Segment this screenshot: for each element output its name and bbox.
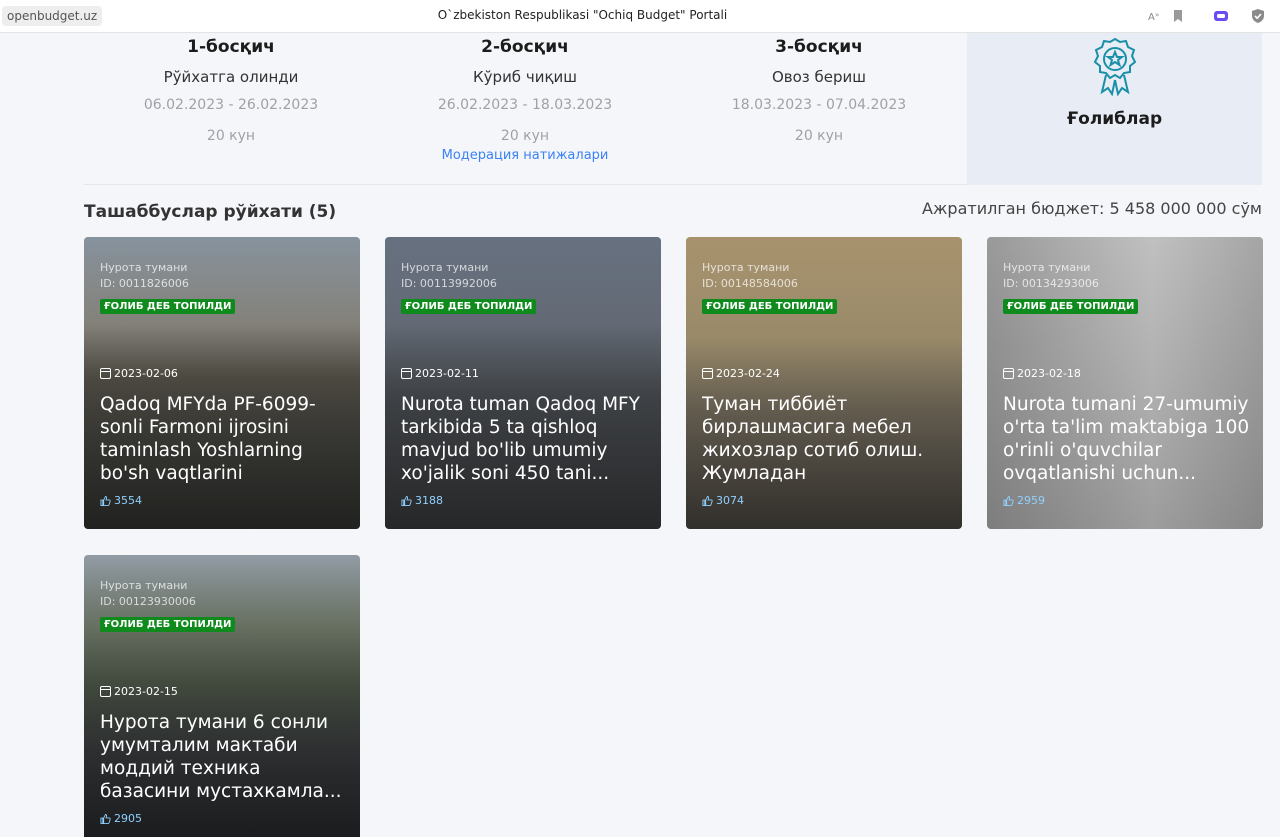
stages-bar: 1-босқич Рўйхатга олинди 06.02.2023 - 26… <box>84 33 1262 185</box>
svg-text:A: A <box>1148 12 1155 23</box>
card-date: 2023-02-11 <box>401 367 479 380</box>
calendar-icon <box>1003 368 1014 379</box>
initiative-card[interactable]: Нурота тумани ID: 00134293006 ҒОЛИБ ДЕБ … <box>987 237 1263 529</box>
stage-name: Овоз бериш <box>771 68 867 86</box>
winners-label: Ғолиблар <box>1066 109 1163 129</box>
stage-days: 20 кун <box>794 128 844 144</box>
shield-icon[interactable] <box>1250 8 1266 24</box>
card-district: Нурота тумани <box>100 261 188 274</box>
stage-days: 20 кун <box>500 128 550 144</box>
winner-badge: ҒОЛИБ ДЕБ ТОПИЛДИ <box>100 617 236 632</box>
card-district: Нурота тумани <box>1003 261 1091 274</box>
winner-badge: ҒОЛИБ ДЕБ ТОПИЛДИ <box>702 299 838 314</box>
stage-1: 1-босқич Рўйхатга олинди 06.02.2023 - 26… <box>84 33 378 146</box>
card-title: Нурота тумани 6 сонли умумталим мактаби … <box>100 712 342 802</box>
card-title: Nurota tuman Qadoq MFY tarkibida 5 ta qi… <box>401 394 640 484</box>
winner-badge: ҒОЛИБ ДЕБ ТОПИЛДИ <box>1003 299 1139 314</box>
stage-title: 1-босқич <box>187 37 275 57</box>
allocated-budget: Ажратилган бюджет: 5 458 000 000 сўм <box>922 199 1262 218</box>
winners-tab[interactable]: Ғолиблар <box>967 33 1262 185</box>
card-district: Нурота тумани <box>702 261 790 274</box>
card-title: Qadoq MFYda PF-6099-sonli Farmoni ijrosi… <box>100 394 316 484</box>
card-district: Нурота тумани <box>100 579 188 592</box>
card-likes: 2905 <box>100 812 142 825</box>
card-title: Nurota tumani 27-umumiy o'rta ta'lim mak… <box>1003 394 1250 484</box>
winner-badge: ҒОЛИБ ДЕБ ТОПИЛДИ <box>401 299 537 314</box>
calendar-icon <box>100 686 111 697</box>
card-id: ID: 00123930006 <box>100 595 196 608</box>
browser-toolbar: openbudget.uz O`zbekiston Respublikasi "… <box>0 0 1280 33</box>
card-likes: 3554 <box>100 494 142 507</box>
card-id: ID: 00134293006 <box>1003 277 1099 290</box>
read-aloud-icon[interactable]: A » <box>1147 8 1163 24</box>
card-likes: 2959 <box>1003 494 1045 507</box>
card-date: 2023-02-24 <box>702 367 780 380</box>
page-tab-title: O`zbekiston Respublikasi "Ochiq Budget" … <box>437 8 728 22</box>
stage-dates: 18.03.2023 - 07.04.2023 <box>731 97 907 113</box>
thumbs-up-icon <box>100 495 111 506</box>
card-district: Нурота тумани <box>401 261 489 274</box>
stage-2: 2-босқич Кўриб чиқиш 26.02.2023 - 18.03.… <box>378 33 672 163</box>
svg-text:»: » <box>1155 11 1159 19</box>
card-likes: 3074 <box>702 494 744 507</box>
stage-dates: 26.02.2023 - 18.03.2023 <box>437 97 613 113</box>
thumbs-up-icon <box>702 495 713 506</box>
moderation-results-link[interactable]: Модерация натижалари <box>378 148 672 163</box>
card-title: Туман тиббиёт бирлашмасига мебел жихозла… <box>702 394 924 484</box>
initiative-card[interactable]: Нурота тумани ID: 00123930006 ҒОЛИБ ДЕБ … <box>84 555 360 837</box>
card-likes: 3188 <box>401 494 443 507</box>
bookmark-icon[interactable] <box>1170 8 1186 24</box>
initiative-card[interactable]: Нурота тумани ID: 00148584006 ҒОЛИБ ДЕБ … <box>686 237 962 529</box>
award-badge-icon <box>1093 37 1137 96</box>
card-date: 2023-02-06 <box>100 367 178 380</box>
thumbs-up-icon <box>401 495 412 506</box>
calendar-icon <box>401 368 412 379</box>
card-date: 2023-02-18 <box>1003 367 1081 380</box>
calendar-icon <box>702 368 713 379</box>
initiative-card[interactable]: Нурота тумани ID: 0011826006 ҒОЛИБ ДЕБ Т… <box>84 237 360 529</box>
winner-badge: ҒОЛИБ ДЕБ ТОПИЛДИ <box>100 299 236 314</box>
card-id: ID: 0011826006 <box>100 277 189 290</box>
stage-name: Рўйхатга олинди <box>163 68 299 86</box>
stage-dates: 06.02.2023 - 26.02.2023 <box>143 97 319 113</box>
card-id: ID: 00148584006 <box>702 277 798 290</box>
thumbs-up-icon <box>100 813 111 824</box>
initiatives-list-title: Ташаббуслар рўйхати (5) <box>84 202 337 222</box>
card-id: ID: 00113992006 <box>401 277 497 290</box>
stage-title: 3-босқич <box>775 37 863 57</box>
card-date: 2023-02-15 <box>100 685 178 698</box>
thumbs-up-icon <box>1003 495 1014 506</box>
stage-days: 20 кун <box>206 128 256 144</box>
initiative-card[interactable]: Нурота тумани ID: 00113992006 ҒОЛИБ ДЕБ … <box>385 237 661 529</box>
stage-name: Кўриб чиқиш <box>473 68 577 86</box>
calendar-icon <box>100 368 111 379</box>
stage-title: 2-босқич <box>481 37 569 57</box>
stage-3: 3-босқич Овоз бериш 18.03.2023 - 07.04.2… <box>672 33 966 146</box>
extension-icon[interactable] <box>1213 8 1229 24</box>
